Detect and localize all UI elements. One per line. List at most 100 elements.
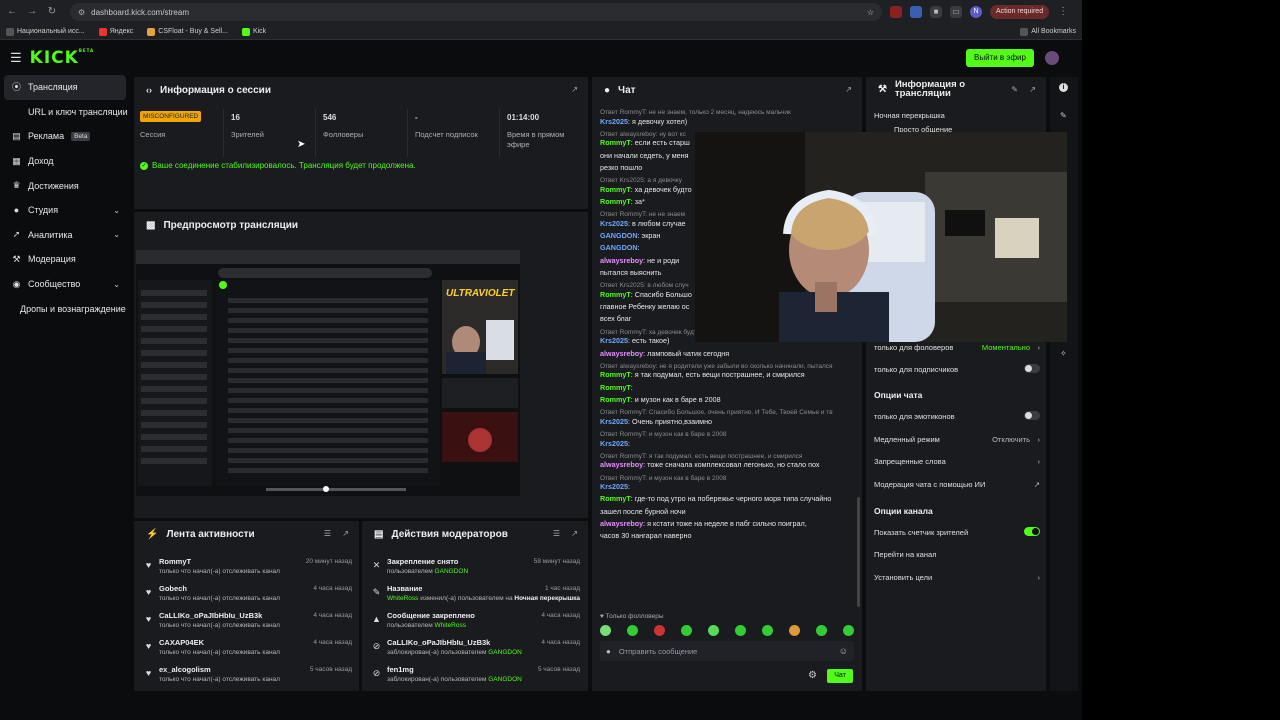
kick-logo[interactable]: KICKBETA (30, 48, 94, 68)
chat-username[interactable]: Krs2025 (600, 219, 628, 228)
emote-icon[interactable] (762, 625, 773, 636)
emote-icon[interactable] (843, 625, 854, 636)
action-required-button[interactable]: Action required (990, 5, 1050, 19)
emote-icon[interactable] (600, 625, 611, 636)
chat-message[interactable]: Krs2025: (600, 439, 858, 448)
sidepanel-icon[interactable]: ▭ (950, 6, 962, 18)
chat-message[interactable]: RommyT: я так подумал, есть вещи постраш… (600, 370, 858, 379)
chat-message[interactable]: RommyT: и музон как в баре в 2008 (600, 395, 858, 404)
edit-icon[interactable]: ✎ (1060, 111, 1067, 120)
show-viewers-toggle[interactable] (1024, 527, 1040, 536)
goto-channel-row[interactable]: Перейти на канал (874, 550, 1040, 559)
chat-username[interactable]: RommyT (600, 290, 631, 299)
chat-reply-line[interactable]: Ответ RommyT: и музон как в баре в 2008 (600, 429, 858, 439)
chat-message[interactable]: RommyT: где-то под утро на побережье чер… (600, 494, 858, 503)
emotes-only-row[interactable]: только для эмотиконов (874, 411, 1040, 421)
sidebar-item-stream[interactable]: ⦿ Трансляция (4, 75, 126, 100)
emote-icon[interactable] (789, 625, 800, 636)
chat-message[interactable]: alwaysreboy: ламповый чатик сегодня (600, 349, 858, 358)
chat-message[interactable]: alwaysreboy: я кстати тоже на неделе в п… (600, 519, 858, 528)
bookmark-item[interactable]: Яндекс (98, 27, 133, 36)
address-bar[interactable]: ⚙ dashboard.kick.com/stream ☆ (70, 3, 882, 21)
chat-username[interactable]: alwaysreboy (600, 256, 643, 265)
expand-icon[interactable]: ↗ (571, 85, 578, 94)
chat-message[interactable]: часов 30 нангарал наверно (600, 531, 858, 540)
chat-username[interactable]: alwaysreboy (600, 519, 643, 528)
sidebar-item-community[interactable]: ◉ Сообщество ⌄ (0, 272, 130, 297)
smile-icon[interactable]: ☺ (839, 646, 848, 656)
chat-username[interactable]: GANGDON (600, 231, 638, 240)
expand-icon[interactable]: ↗ (845, 85, 852, 94)
chat-send-button[interactable]: Чат (827, 669, 853, 683)
info-icon[interactable]: i (1059, 83, 1068, 92)
sidebar-item-moderation[interactable]: ⚒ Модерация (0, 247, 130, 272)
chat-username[interactable]: RommyT (600, 494, 631, 503)
chat-reply-line[interactable]: Ответ RommyT: Спасибо Большое, очень при… (600, 407, 858, 417)
forward-icon[interactable]: → (26, 6, 38, 18)
bookmark-item[interactable]: Национальный исс... (6, 27, 85, 36)
chat-username[interactable]: alwaysreboy (600, 349, 643, 358)
extensions-puzzle-icon[interactable]: ■ (930, 6, 942, 18)
sidebar-item-drops[interactable]: Дропы и вознаграждение (0, 296, 130, 321)
chat-reply-line[interactable]: Ответ RommyT: и музон как в баре в 2008 (600, 473, 858, 483)
edit-icon[interactable]: ✎ (1011, 85, 1018, 94)
emote-icon[interactable] (708, 625, 719, 636)
translate-icon[interactable] (910, 6, 922, 18)
chat-username[interactable]: Krs2025 (600, 336, 628, 345)
chat-input[interactable]: ● Отправить сообщение ☺ (600, 641, 854, 661)
chat-message[interactable]: Krs2025: Очень приятно,взаимно (600, 417, 858, 426)
emote-icon[interactable] (654, 625, 665, 636)
user-avatar[interactable] (1045, 51, 1059, 65)
chat-reply-line[interactable]: Ответ RommyT: я так подумал, есть вещи п… (600, 451, 858, 461)
go-live-button[interactable]: Выйти в эфир (966, 49, 1034, 67)
chat-username[interactable]: RommyT (600, 383, 631, 392)
chat-scrollbar[interactable] (857, 497, 860, 607)
back-icon[interactable]: ← (6, 6, 18, 18)
stream-preview[interactable]: ULTRAVIOLET (136, 250, 520, 496)
sidebar-item-income[interactable]: ▦ Доход (0, 149, 130, 174)
ai-moderation-row[interactable]: Модерация чата с помощью ИИ ↗ (874, 480, 1040, 489)
chat-message[interactable]: Krs2025: (600, 482, 858, 491)
emote-icon[interactable] (627, 625, 638, 636)
chat-message[interactable]: Krs2025: я девочку хотел) (600, 117, 858, 126)
chat-username[interactable]: RommyT (600, 185, 631, 194)
chat-message[interactable]: RommyT: (600, 383, 858, 392)
sidebar-item-ads[interactable]: ▤ Реклама Beta (0, 124, 130, 149)
chat-username[interactable]: Krs2025 (600, 117, 628, 126)
filter-icon[interactable]: ☰ (324, 529, 331, 538)
chat-username[interactable]: RommyT (600, 370, 631, 379)
expand-icon[interactable]: ↗ (571, 529, 578, 538)
site-info-icon[interactable]: ⚙ (78, 8, 85, 17)
chat-reply-line[interactable]: Ответ alwaysreboy: не я родители уже заб… (600, 361, 858, 371)
chat-message[interactable]: alwaysreboy: тоже сначала комплексовал л… (600, 460, 858, 469)
menu-icon[interactable]: ☰ (10, 50, 22, 66)
subs-only-row[interactable]: только для подписчиков (874, 364, 1040, 374)
profile-avatar[interactable]: N (970, 6, 982, 18)
emotes-only-toggle[interactable] (1024, 411, 1040, 420)
expand-icon[interactable]: ↗ (1029, 85, 1036, 94)
sidebar-item-achievements[interactable]: ♛ Достижения (0, 173, 130, 198)
sidebar-item-analytics[interactable]: ➚ Аналитика ⌄ (0, 223, 130, 248)
browser-menu-icon[interactable]: ⋮ (1057, 6, 1069, 18)
slow-mode-row[interactable]: Медленный режим Отключить › (874, 435, 1040, 444)
bookmark-item[interactable]: Kick (241, 27, 266, 36)
expand-icon[interactable]: ↗ (342, 529, 349, 538)
subs-only-toggle[interactable] (1024, 364, 1040, 373)
followers-only-row[interactable]: только для фоловеров Моментально › (874, 343, 1040, 352)
sidebar-item-url-key[interactable]: URL и ключ трансляции (0, 100, 130, 125)
sidebar-item-studio[interactable]: ● Студия ⌄ (0, 198, 130, 223)
emote-icon[interactable] (816, 625, 827, 636)
chat-username[interactable]: alwaysreboy (600, 460, 643, 469)
bookmark-item[interactable]: CSFloat - Buy & Sell... (147, 27, 228, 36)
bookmark-star-icon[interactable]: ☆ (867, 8, 874, 17)
all-bookmarks[interactable]: All Bookmarks (1020, 27, 1076, 36)
settings-gear-icon[interactable]: ⚙ (808, 670, 817, 681)
show-viewers-row[interactable]: Показать счетчик зрителей (874, 527, 1040, 537)
set-goals-row[interactable]: Установить цели › (874, 573, 1040, 582)
chat-username[interactable]: RommyT (600, 395, 631, 404)
chat-username[interactable]: Krs2025 (600, 482, 628, 491)
chat-username[interactable]: Krs2025 (600, 439, 628, 448)
emote-icon[interactable] (681, 625, 692, 636)
emoji-icon[interactable]: ● (606, 647, 611, 656)
chat-username[interactable]: GANGDON (600, 243, 638, 252)
